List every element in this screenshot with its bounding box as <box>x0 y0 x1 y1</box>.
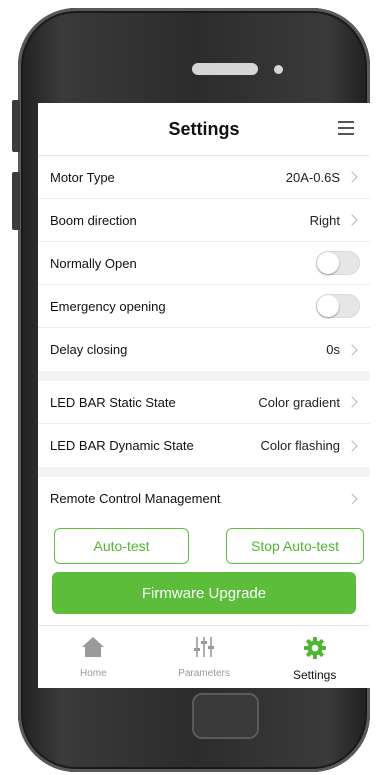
row-remote-control[interactable]: Remote Control Management <box>38 477 370 520</box>
normally-open-toggle[interactable] <box>316 251 360 275</box>
tab-home[interactable]: Home <box>38 626 149 688</box>
tab-label: Settings <box>293 668 337 682</box>
row-led-dynamic-state[interactable]: LED BAR Dynamic State Color flashing <box>38 424 370 467</box>
row-label: Delay closing <box>50 342 128 357</box>
row-value: Right <box>309 212 340 228</box>
chevron-right-icon <box>346 214 358 226</box>
hardware-home-button[interactable] <box>192 693 259 739</box>
auto-test-button[interactable]: Auto-test <box>54 528 189 564</box>
page-title: Settings <box>168 118 240 139</box>
row-label: Motor Type <box>50 169 115 185</box>
row-led-static-state[interactable]: LED BAR Static State Color gradient <box>38 381 370 424</box>
toggle-knob <box>317 295 339 317</box>
stop-auto-test-button[interactable]: Stop Auto-test <box>226 528 364 564</box>
gear-icon <box>303 636 327 665</box>
row-motor-type[interactable]: Motor Type 20A-0.6S <box>38 156 370 199</box>
tab-settings[interactable]: Settings <box>259 626 370 688</box>
volume-down-key[interactable] <box>12 172 20 230</box>
row-value: Color flashing <box>260 438 341 453</box>
row-label: LED BAR Static State <box>50 394 176 410</box>
row-normally-open: Normally Open <box>38 242 370 285</box>
row-emergency-opening: Emergency opening <box>38 285 370 328</box>
toggle-knob <box>317 252 339 274</box>
row-label: Normally Open <box>50 255 137 271</box>
tab-label: Home <box>79 668 107 679</box>
row-delay-closing[interactable]: Delay closing 0s <box>38 328 370 371</box>
row-label: Remote Control Management <box>50 491 221 506</box>
row-label: Emergency opening <box>50 298 166 314</box>
volume-up-key[interactable] <box>12 100 20 152</box>
app-screen: Settings Motor Type 20A-0.6S Boom direct… <box>38 103 370 688</box>
app-header: Settings <box>38 103 370 156</box>
front-camera <box>274 65 283 74</box>
tab-label: Parameters <box>178 668 230 679</box>
chevron-right-icon <box>346 171 358 183</box>
row-value: Color gradient <box>258 394 340 410</box>
firmware-upgrade-button[interactable]: Firmware Upgrade <box>52 572 356 614</box>
chevron-right-icon <box>346 396 358 408</box>
speaker-grille <box>192 63 258 75</box>
chevron-right-icon <box>346 343 358 356</box>
row-label: Boom direction <box>50 212 137 228</box>
test-buttons-row: Auto-test Stop Auto-test <box>38 520 370 564</box>
row-label: LED BAR Dynamic State <box>50 438 194 453</box>
chevron-right-icon <box>346 439 358 452</box>
hamburger-menu-icon[interactable] <box>338 121 354 135</box>
home-icon <box>81 636 105 663</box>
tab-parameters[interactable]: Parameters <box>149 626 260 688</box>
row-boom-direction[interactable]: Boom direction Right <box>38 199 370 242</box>
chevron-right-icon <box>346 492 358 505</box>
section-divider <box>38 467 370 477</box>
row-value: 0s <box>326 342 340 357</box>
bottom-tab-bar: Home Parameters Settings <box>38 625 370 688</box>
emergency-opening-toggle[interactable] <box>316 294 360 318</box>
sliders-icon <box>192 636 216 663</box>
row-value: 20A-0.6S <box>285 169 340 185</box>
section-divider <box>38 371 370 381</box>
